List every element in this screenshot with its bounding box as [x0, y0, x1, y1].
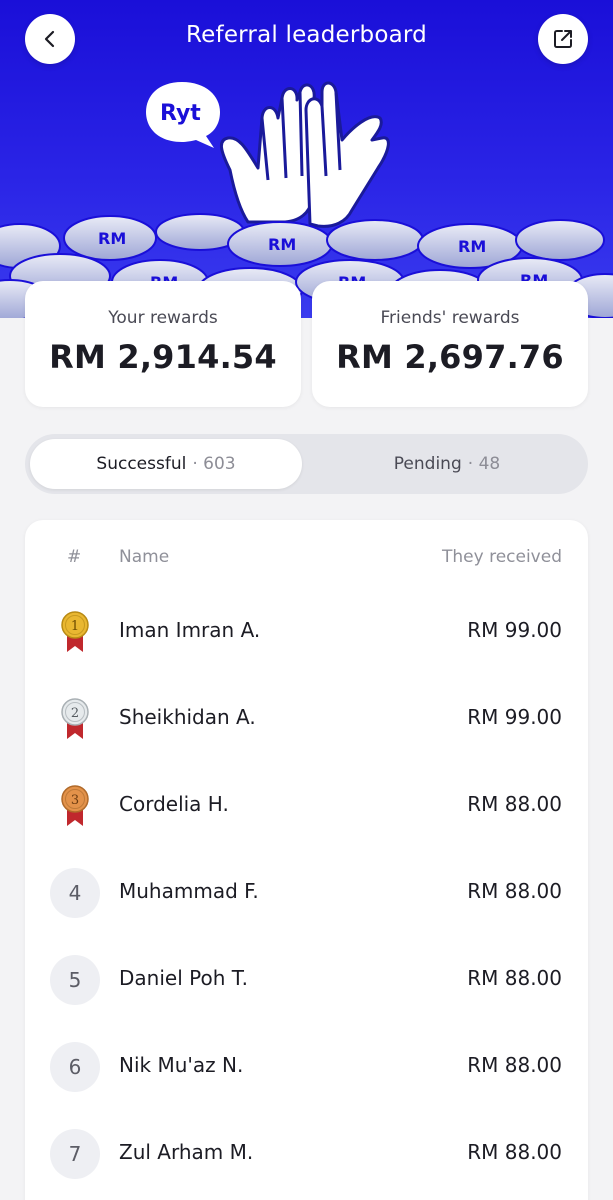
svg-text:RM: RM	[268, 235, 296, 254]
leaderboard-row: 3 Cordelia H. RM 88.00	[25, 762, 588, 849]
received-column-header: They received	[442, 547, 562, 567]
ryt-logo-bubble: Ryt	[146, 82, 220, 148]
leaderboard-row: 5 Daniel Poh T. RM 88.00	[25, 936, 588, 1023]
svg-text:RM: RM	[458, 237, 486, 256]
tab-pending-label: Pending	[393, 454, 462, 474]
svg-text:3: 3	[71, 793, 79, 808]
rank-badge: 6	[50, 1042, 100, 1092]
hero-banner: Ryt RM RM RM Referral leaderboard	[0, 0, 613, 318]
name-column-header: Name	[119, 547, 170, 567]
rank-badge: 7	[50, 1129, 100, 1179]
share-button[interactable]	[538, 14, 588, 64]
row-amount: RM 88.00	[467, 966, 562, 990]
bronze-medal-icon: 3	[50, 781, 100, 831]
row-amount: RM 88.00	[467, 1140, 562, 1164]
page-title: Referral leaderboard	[186, 22, 427, 48]
tab-pending[interactable]: Pending · 48	[311, 439, 583, 489]
row-name: Muhammad F.	[119, 879, 259, 903]
leaderboard-row: 7 Zul Arham M. RM 88.00	[25, 1110, 588, 1197]
row-amount: RM 99.00	[467, 618, 562, 642]
friends-rewards-card: Friends' rewards RM 2,697.76	[312, 281, 588, 407]
external-share-icon	[554, 30, 572, 48]
row-amount: RM 88.00	[467, 1053, 562, 1077]
leaderboard-row: 6 Nik Mu'az N. RM 88.00	[25, 1023, 588, 1110]
rank-badge: 5	[50, 955, 100, 1005]
row-name: Cordelia H.	[119, 792, 229, 816]
row-amount: RM 99.00	[467, 705, 562, 729]
svg-text:RM: RM	[98, 229, 126, 248]
rank-column-header: #	[67, 547, 82, 567]
friends-rewards-label: Friends' rewards	[380, 308, 520, 328]
hands-icon	[220, 81, 390, 228]
tab-successful[interactable]: Successful · 603	[30, 439, 302, 489]
tab-pending-count: · 48	[467, 454, 501, 474]
your-rewards-value: RM 2,914.54	[49, 338, 277, 376]
leaderboard-row: 4 Muhammad F. RM 88.00	[25, 849, 588, 936]
your-rewards-card: Your rewards RM 2,914.54	[25, 281, 301, 407]
row-name: Daniel Poh T.	[119, 966, 248, 990]
svg-text:2: 2	[71, 706, 79, 721]
leaderboard-row: 2 Sheikhidan A. RM 99.00	[25, 675, 588, 762]
rank-badge: 4	[50, 868, 100, 918]
status-tabs: Successful · 603 Pending · 48	[25, 434, 588, 494]
gold-medal-icon: 1	[50, 607, 100, 657]
leaderboard-row: 1 Iman Imran A. RM 99.00	[25, 588, 588, 675]
your-rewards-label: Your rewards	[108, 308, 218, 328]
row-name: Iman Imran A.	[119, 618, 261, 642]
tab-successful-count: · 603	[192, 454, 236, 474]
silver-medal-icon: 2	[50, 694, 100, 744]
svg-text:Ryt: Ryt	[160, 101, 201, 126]
svg-text:1: 1	[71, 619, 79, 634]
row-amount: RM 88.00	[467, 792, 562, 816]
row-amount: RM 88.00	[467, 879, 562, 903]
row-name: Sheikhidan A.	[119, 705, 256, 729]
row-name: Zul Arham M.	[119, 1140, 254, 1164]
leaderboard-card: # Name They received 1 Iman Imran A. RM …	[25, 520, 588, 1200]
tab-successful-label: Successful	[96, 454, 187, 474]
friends-rewards-value: RM 2,697.76	[336, 338, 564, 376]
row-name: Nik Mu'az N.	[119, 1053, 244, 1077]
